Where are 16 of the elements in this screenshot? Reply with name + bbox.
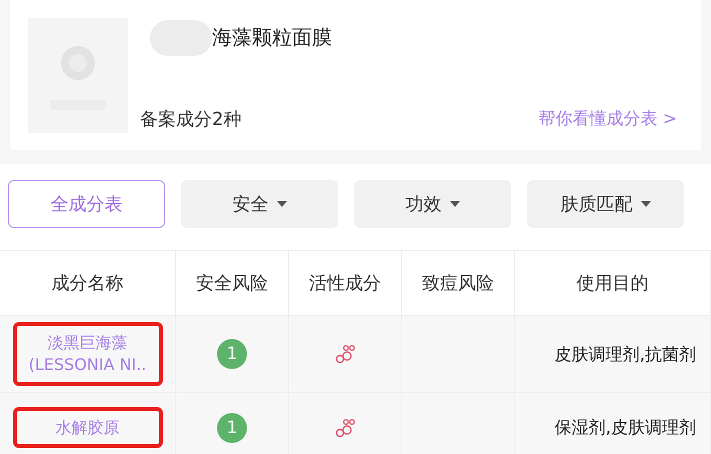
safety-badge: 1 xyxy=(217,339,247,369)
safety-badge: 1 xyxy=(217,412,247,442)
filter-button[interactable]: 全成分表 xyxy=(8,180,165,228)
caret-icon xyxy=(276,201,286,207)
purpose-text: 皮肤调理剂,抗菌剂 xyxy=(554,344,696,366)
filter-button[interactable]: 肤质匹配 xyxy=(527,180,684,228)
ingredient-link[interactable]: 水解胶原 xyxy=(12,406,162,448)
purpose-text: 保湿剂,皮肤调理剂 xyxy=(554,417,696,439)
ingredient-count: 备案成分2种 xyxy=(140,108,242,130)
product-title: 海藻颗粒面膜 xyxy=(212,24,332,51)
filter-button[interactable]: 功效 xyxy=(354,180,511,228)
caret-icon xyxy=(640,201,650,207)
help-link[interactable]: 帮你看懂成分表 > xyxy=(538,107,677,130)
filter-button[interactable]: 安全 xyxy=(181,180,338,228)
caret-icon xyxy=(450,201,460,207)
ingredient-link[interactable]: 淡黑巨海藻 (LESSONIA NI.. xyxy=(12,322,162,386)
